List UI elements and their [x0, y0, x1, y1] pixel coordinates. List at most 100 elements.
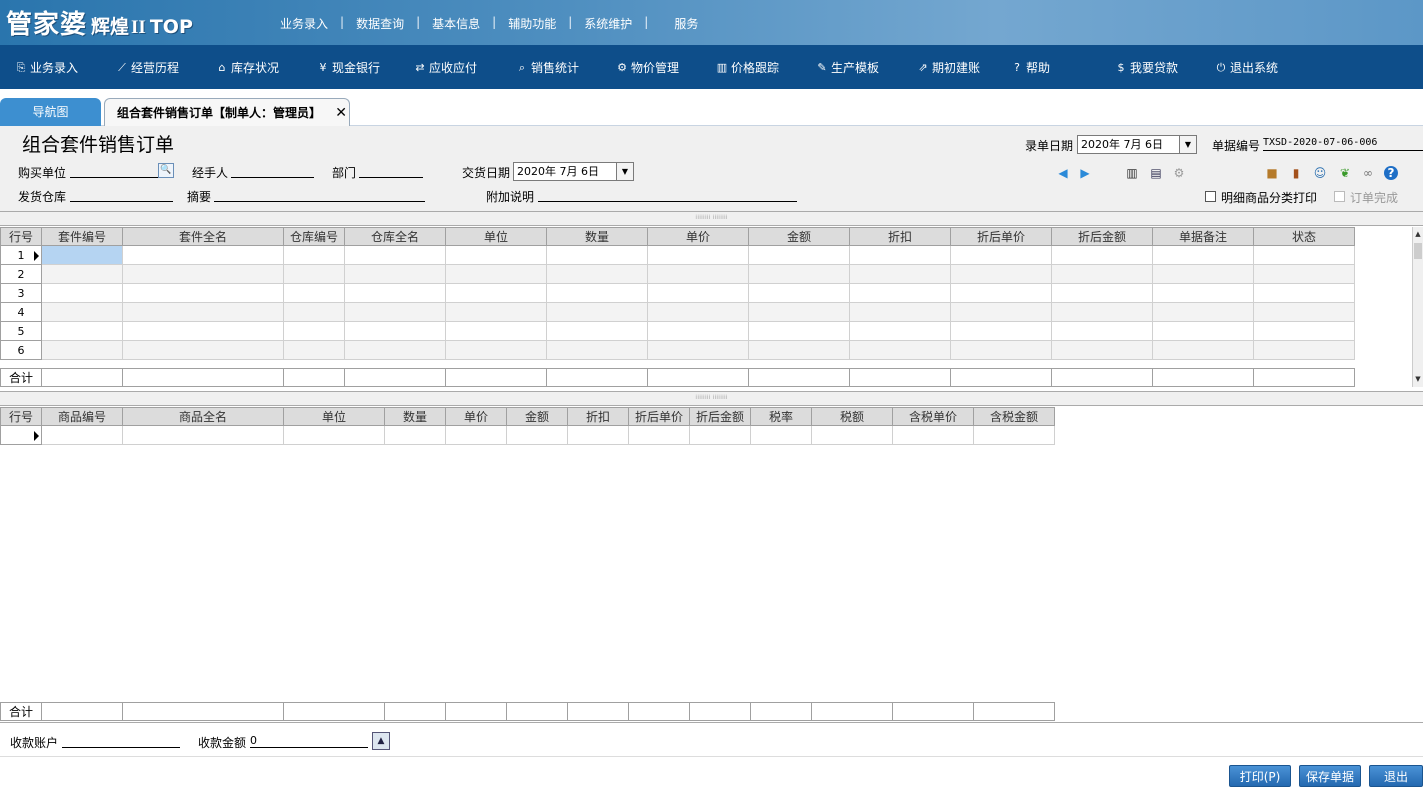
grid-cell[interactable]	[748, 264, 850, 284]
grid-cell[interactable]	[344, 321, 446, 341]
table-row[interactable]: 5	[0, 321, 1355, 341]
row-number[interactable]: 5	[0, 321, 42, 341]
door-icon[interactable]: ▮	[1289, 166, 1303, 180]
row-number[interactable]: 1	[0, 245, 42, 265]
column-header[interactable]: 含税金额	[973, 407, 1055, 426]
splitter-middle[interactable]: ⁞⁞⁞⁞⁞⁞⁞⁞ ⁞⁞⁞⁞⁞⁞⁞⁞	[0, 391, 1423, 406]
grid-cell[interactable]	[1152, 264, 1254, 284]
grid-cell[interactable]	[647, 283, 749, 303]
grid-cell[interactable]	[546, 283, 648, 303]
toolbar-opening-button[interactable]: ⇗ 期初建账	[916, 59, 980, 76]
grid-cell[interactable]	[283, 340, 345, 360]
print-button[interactable]: 打印(P)	[1229, 765, 1291, 787]
grid-cell[interactable]	[445, 340, 547, 360]
toolbar-stock-button[interactable]: ⌂ 库存状况	[215, 59, 280, 76]
grid-cell[interactable]	[41, 340, 123, 360]
grid-cell[interactable]	[748, 245, 850, 265]
handler-input[interactable]	[231, 164, 314, 178]
toolbar-exit-button[interactable]: ⏻ 退出系统	[1214, 59, 1278, 76]
toolbar-price-mgmt-button[interactable]: ⚙ 物价管理	[615, 59, 679, 76]
grid-cell[interactable]	[445, 321, 547, 341]
grid-cell[interactable]	[1051, 245, 1153, 265]
top-menu-item-basic[interactable]: 基本信息	[420, 15, 492, 32]
grid-cell[interactable]	[122, 340, 284, 360]
column-header[interactable]: 折后单价	[628, 407, 690, 426]
grid-cell[interactable]	[546, 245, 648, 265]
grid-cell[interactable]	[1253, 283, 1355, 303]
close-icon[interactable]: ✕	[335, 99, 347, 127]
detail-print-checkbox[interactable]	[1205, 191, 1216, 202]
grid-cell[interactable]	[1051, 340, 1153, 360]
column-header[interactable]: 数量	[546, 227, 648, 246]
toolbar-history-button[interactable]: ⟋ 经营历程	[115, 59, 179, 76]
column-header[interactable]: 折扣	[849, 227, 951, 246]
grid-cell[interactable]	[1152, 340, 1254, 360]
exit-button[interactable]: 退出	[1369, 765, 1423, 787]
grid-cell[interactable]	[1152, 302, 1254, 322]
scroll-thumb[interactable]	[1414, 243, 1422, 259]
column-header[interactable]: 商品编号	[41, 407, 123, 426]
column-header[interactable]: 套件全名	[122, 227, 284, 246]
toolbar-loan-button[interactable]: $ 我要贷款	[1114, 59, 1179, 76]
gear-icon[interactable]: ⚙	[1172, 166, 1186, 180]
grid-cell[interactable]	[546, 264, 648, 284]
grid-cell[interactable]	[344, 245, 446, 265]
grid-cell[interactable]	[41, 245, 123, 265]
grid-cell[interactable]	[283, 245, 345, 265]
grid-cell[interactable]	[849, 340, 951, 360]
grid-cell[interactable]	[1253, 340, 1355, 360]
table-row[interactable]: 3	[0, 283, 1355, 303]
leaf-icon[interactable]: ❦	[1338, 166, 1352, 180]
table-row[interactable]: 2	[0, 264, 1355, 284]
dept-input[interactable]	[359, 164, 423, 178]
table-row[interactable]: 4	[0, 302, 1355, 322]
grid-cell[interactable]	[849, 283, 951, 303]
order-done-checkbox[interactable]	[1334, 191, 1345, 202]
row-number[interactable]: 4	[0, 302, 42, 322]
grid-cell[interactable]	[445, 302, 547, 322]
splitter-top[interactable]: ⁞⁞⁞⁞⁞⁞⁞⁞ ⁞⁞⁞⁞⁞⁞⁞⁞	[0, 211, 1423, 226]
column-header[interactable]: 商品全名	[122, 407, 284, 426]
grid-cell[interactable]	[122, 264, 284, 284]
grid-cell[interactable]	[748, 302, 850, 322]
top-menu-item-system[interactable]: 系统维护	[572, 15, 644, 32]
grid-cell[interactable]	[41, 283, 123, 303]
box-icon[interactable]: ■	[1265, 166, 1279, 180]
grid-cell[interactable]	[283, 264, 345, 284]
table-row[interactable]: 6	[0, 340, 1355, 360]
column-header[interactable]: 单位	[283, 407, 385, 426]
chevron-up-icon[interactable]: ▲	[372, 732, 390, 750]
grid-cell[interactable]	[647, 340, 749, 360]
printer-icon[interactable]: ▤	[1149, 166, 1163, 180]
arrow-right-icon[interactable]: ▶	[1078, 166, 1092, 180]
grid-cell[interactable]	[1253, 264, 1355, 284]
arrow-left-icon[interactable]: ◀	[1056, 166, 1070, 180]
column-header[interactable]: 金额	[748, 227, 850, 246]
grid-cell[interactable]	[748, 340, 850, 360]
barcode-icon[interactable]: ▥	[1125, 166, 1139, 180]
warehouse-input[interactable]	[70, 188, 173, 202]
top-menu-item-service[interactable]: 服务	[648, 15, 710, 32]
column-header[interactable]: 单位	[445, 227, 547, 246]
grid-cell[interactable]	[748, 283, 850, 303]
search-icon[interactable]: 🔍	[158, 163, 174, 178]
grid-cell[interactable]	[344, 340, 446, 360]
column-header[interactable]: 单据备注	[1152, 227, 1254, 246]
top-menu-item-query[interactable]: 数据查询	[344, 15, 416, 32]
grid-cell[interactable]	[1051, 321, 1153, 341]
grid-cell[interactable]	[1152, 321, 1254, 341]
scroll-down-icon[interactable]: ▼	[1413, 374, 1423, 384]
column-header[interactable]: 单价	[445, 407, 507, 426]
grid-cell[interactable]	[647, 302, 749, 322]
column-header[interactable]: 套件编号	[41, 227, 123, 246]
column-header[interactable]: 仓库全名	[344, 227, 446, 246]
toolbar-price-track-button[interactable]: ▥ 价格跟踪	[715, 59, 779, 76]
column-header[interactable]: 金额	[506, 407, 568, 426]
entry-date-picker[interactable]: 2020年 7月 6日 ▼	[1077, 135, 1197, 154]
grid-cell[interactable]	[122, 283, 284, 303]
chevron-down-icon[interactable]: ▼	[1179, 136, 1196, 153]
grid-cell[interactable]	[546, 321, 648, 341]
help-icon[interactable]: ?	[1384, 166, 1398, 180]
amount-input[interactable]: 0	[250, 734, 368, 748]
column-header[interactable]: 仓库编号	[283, 227, 345, 246]
